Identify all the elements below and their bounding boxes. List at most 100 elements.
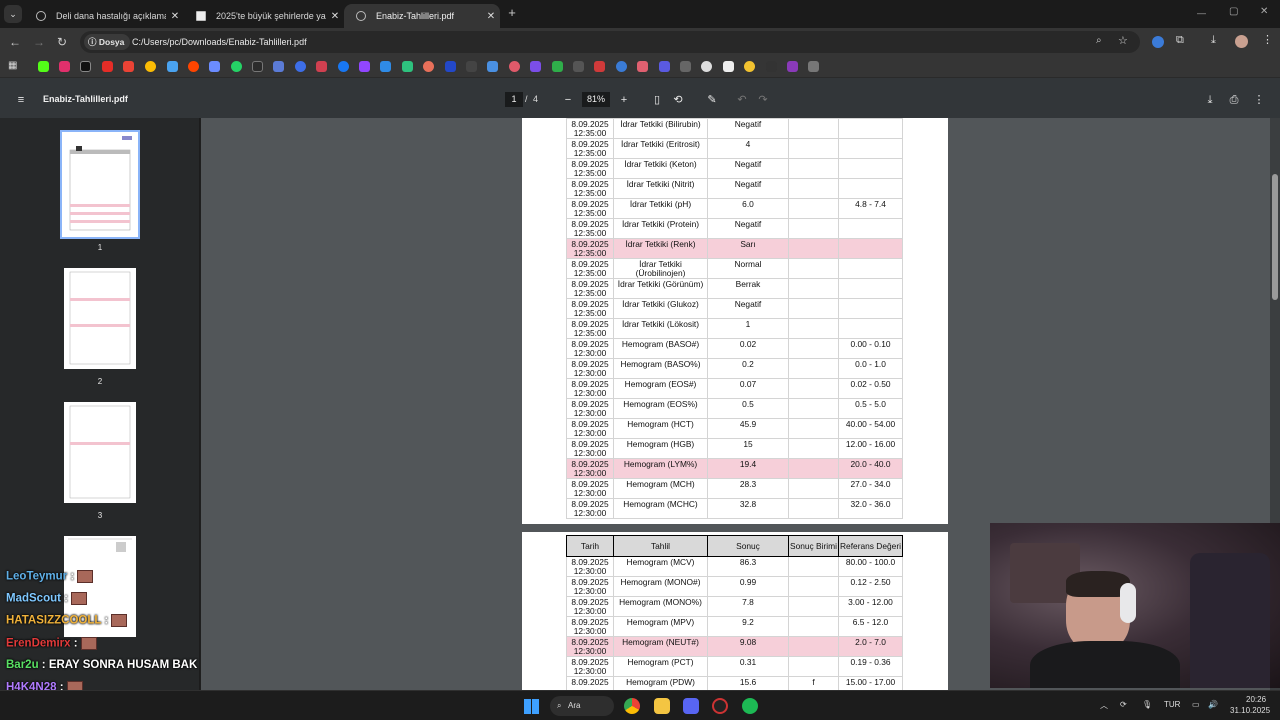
chrome-icon[interactable] [624,698,640,714]
bookmark-icon[interactable] [295,61,306,72]
scrollbar-thumb[interactable] [1272,174,1278,300]
page-number-input[interactable]: 1 [505,92,523,107]
url-text[interactable]: C:/Users/pc/Downloads/Enabiz-Tahlilleri.… [132,31,307,53]
maximize-icon[interactable]: ▢ [1229,6,1238,17]
bookmark-icon[interactable] [466,61,477,72]
thumbnail-page-2[interactable] [64,268,136,369]
site-info-chip[interactable]: ⓘ Dosya [84,34,131,50]
zoom-input[interactable]: 81% [582,92,610,107]
bookmark-icon[interactable] [701,61,712,72]
download-icon[interactable]: ⤓ [1211,34,1216,47]
redo-icon[interactable]: ↷ [756,93,770,107]
tab-deli-dana[interactable]: Deli dana hastalığı açıklaması ✕ [24,4,184,28]
tray-chevron-icon[interactable]: ︿ [1100,700,1108,711]
minimize-icon[interactable]: — [1197,8,1206,18]
cell-date: 8.09.2025 12:30:00 [566,636,614,657]
bookmark-icon[interactable] [616,61,627,72]
window-close-icon[interactable]: ✕ [1260,6,1268,17]
tab-sehirler[interactable]: 2025'te büyük şehirlerde yaşam ✕ [184,4,344,28]
bookmark-icon[interactable] [744,61,755,72]
download-icon[interactable]: ⤓ [1203,93,1217,107]
bookmark-icon[interactable] [530,61,541,72]
bookmark-icon[interactable] [316,61,327,72]
bookmark-icon[interactable] [509,61,520,72]
hamburger-menu-icon[interactable]: ≡ [14,93,28,107]
bookmark-icon[interactable] [637,61,648,72]
tab-search-button[interactable]: ⌄ [4,5,22,23]
thumbnail-page-3[interactable] [64,402,136,503]
bookmark-whatsapp-icon[interactable] [231,61,242,72]
reload-icon[interactable]: ↻ [54,34,70,50]
bookmark-icon[interactable] [487,61,498,72]
cell-date: 8.09.2025 12:35:00 [566,178,614,199]
volume-icon[interactable]: 🔊 [1208,700,1218,709]
bookmark-icon[interactable] [766,61,777,72]
close-icon[interactable]: ✕ [326,11,344,22]
star-icon[interactable]: ☆ [1118,34,1128,47]
bookmark-icon[interactable] [380,61,391,72]
bookmark-icon[interactable] [209,61,220,72]
zoom-icon[interactable]: ⌕ [1096,35,1102,46]
network-icon[interactable]: ▭ [1192,700,1200,709]
undo-icon[interactable]: ↶ [735,93,749,107]
tray-app-icon[interactable]: ⟳ [1120,700,1127,709]
bookmark-icon[interactable] [680,61,691,72]
tab-enabiz-pdf[interactable]: Enabiz-Tahlilleri.pdf ✕ [344,4,500,28]
bookmark-icon[interactable] [252,61,263,72]
draw-icon[interactable]: ✎ [705,93,719,107]
app-icon[interactable] [712,698,728,714]
bookmark-icon[interactable] [808,61,819,72]
bookmarks-bar: ▦ [0,56,1280,78]
discord-icon[interactable] [683,698,699,714]
bookmark-icon[interactable] [273,61,284,72]
microphone-icon[interactable]: 🎙 [1142,700,1152,709]
forward-icon[interactable]: → [31,34,47,50]
bookmark-icon[interactable] [659,61,670,72]
thumbnail-page-1[interactable] [60,130,140,239]
clock-time[interactable]: 20:26 [1246,695,1266,704]
file-explorer-icon[interactable] [654,698,670,714]
column-header: Tahlil [613,535,708,557]
start-icon[interactable] [524,699,539,714]
close-icon[interactable]: ✕ [166,11,184,22]
bookmark-icon[interactable] [402,61,413,72]
bookmark-chrome-icon[interactable] [145,61,156,72]
print-icon[interactable]: ⎙ [1227,93,1241,107]
menu-icon[interactable]: ⋮ [1262,33,1273,46]
fit-page-icon[interactable]: ▯ [650,93,664,107]
bookmark-gmail-icon[interactable] [123,61,134,72]
clock-date[interactable]: 31.10.2025 [1230,706,1270,715]
bookmark-icon[interactable] [787,61,798,72]
close-icon[interactable]: ✕ [482,11,500,22]
puzzle-icon[interactable]: ⧉ [1176,34,1184,47]
bookmark-icon[interactable] [594,61,605,72]
rotate-icon[interactable]: ⟲ [671,93,685,107]
bookmark-x-icon[interactable] [80,61,91,72]
zoom-out-icon[interactable]: − [561,93,575,107]
new-tab-button[interactable]: + [505,6,519,20]
bookmark-icon[interactable] [552,61,563,72]
cell-reference [838,258,903,279]
more-icon[interactable]: ⋮ [1252,93,1266,107]
bookmark-reddit-icon[interactable] [188,61,199,72]
bookmark-icon[interactable] [423,61,434,72]
back-icon[interactable]: ← [7,34,23,50]
bookmark-kick-icon[interactable] [38,61,49,72]
apps-icon[interactable]: ▦ [8,60,17,71]
bookmark-icon[interactable] [573,61,584,72]
extension-icon[interactable] [1152,36,1164,48]
language-indicator[interactable]: TUR [1164,700,1180,709]
bookmark-facebook-icon[interactable] [338,61,349,72]
bookmark-instagram-icon[interactable] [59,61,70,72]
taskbar-search[interactable]: ⌕ Ara [550,696,614,716]
bookmark-icon[interactable] [167,61,178,72]
spotify-icon[interactable] [742,698,758,714]
bookmark-icon[interactable] [445,61,456,72]
profile-avatar[interactable] [1235,35,1248,48]
bookmark-icon[interactable] [723,61,734,72]
chat-text: ERAY SONRA HUSAM BAK [45,659,198,671]
bookmark-twitch-icon[interactable] [359,61,370,72]
bookmark-youtube-icon[interactable] [102,61,113,72]
zoom-in-icon[interactable]: + [617,93,631,107]
address-bar[interactable]: ⓘ Dosya C:/Users/pc/Downloads/Enabiz-Tah… [80,31,1140,53]
